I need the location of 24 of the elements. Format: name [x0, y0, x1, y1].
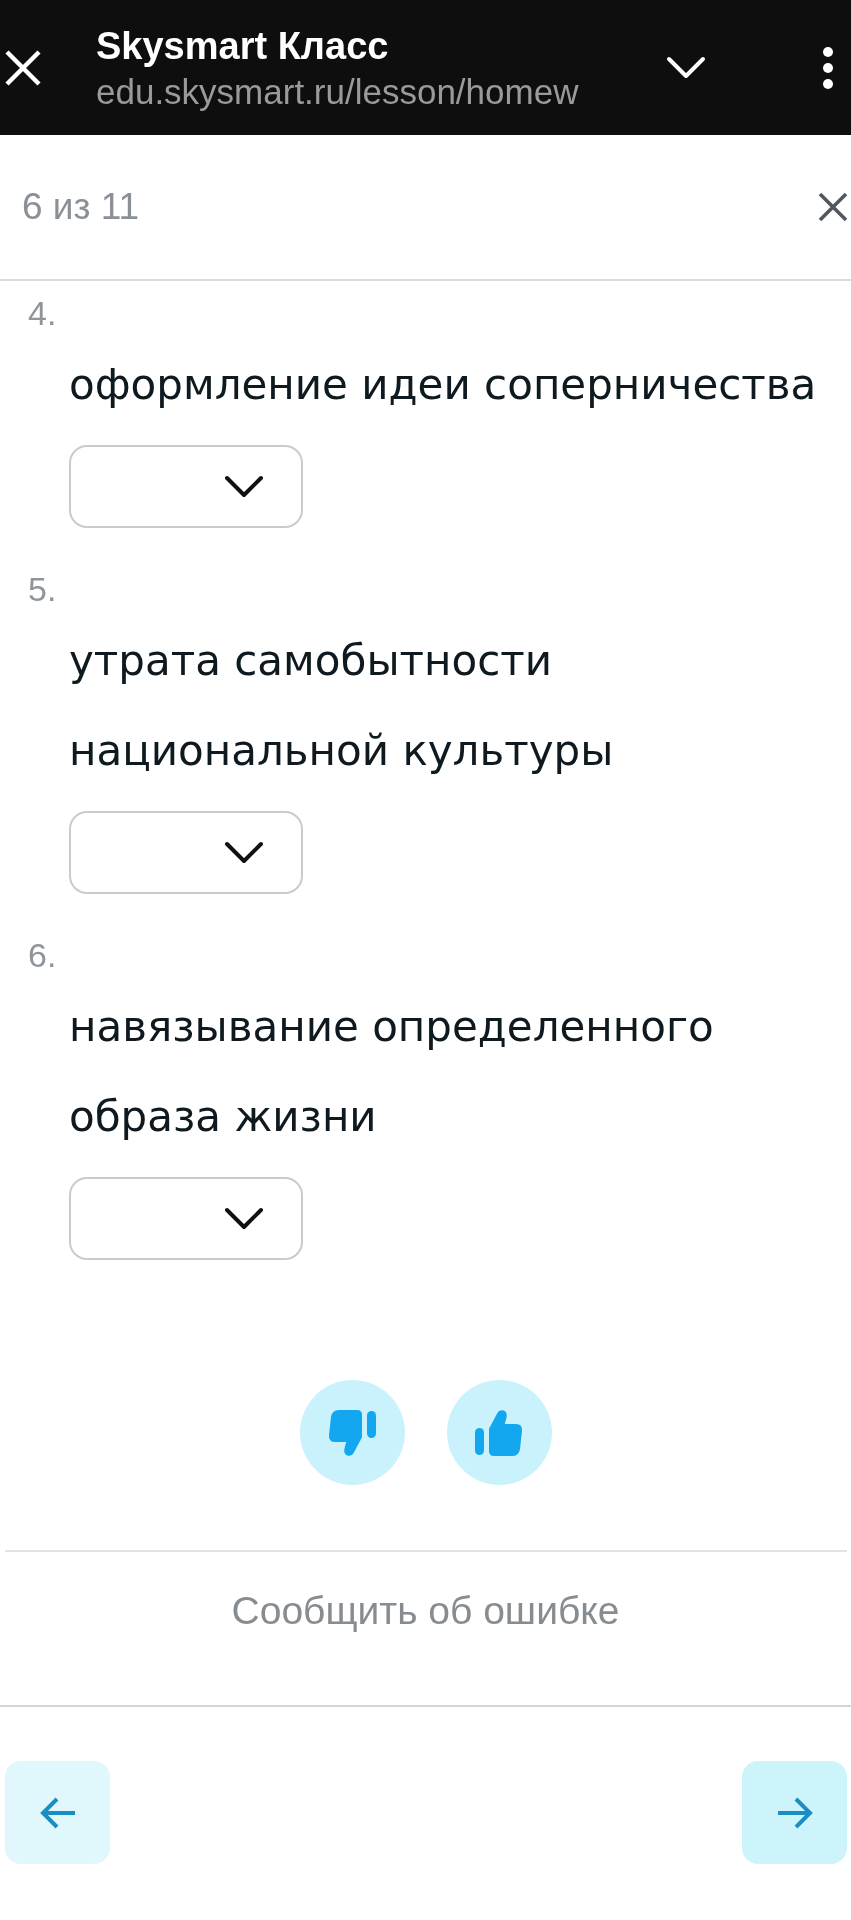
statement-text: оформление идеи соперничества	[69, 359, 817, 411]
previous-button[interactable]	[5, 1761, 110, 1864]
question-number: 4.	[28, 293, 57, 334]
next-button[interactable]	[742, 1761, 847, 1864]
url-text: edu.skysmart.ru/lesson/homew	[96, 70, 579, 113]
chevron-down-icon	[224, 475, 264, 498]
close-icon	[5, 49, 41, 86]
progress-counter: 6 из 11	[22, 185, 140, 229]
expand-button[interactable]	[666, 56, 706, 79]
thumbs-down-icon	[327, 1408, 377, 1457]
thumbs-up-icon	[474, 1408, 524, 1457]
statement-text: утрата самобытности национальной культуры	[69, 635, 615, 777]
chevron-down-icon	[666, 56, 706, 79]
arrow-right-icon	[776, 1795, 813, 1830]
chevron-down-icon	[224, 1207, 264, 1230]
arrow-left-icon	[39, 1795, 76, 1830]
close-icon	[818, 192, 848, 222]
question-number: 6.	[28, 935, 57, 976]
page-title: Skysmart Класс	[96, 23, 389, 69]
report-error-link[interactable]: Сообщить об ошибке	[231, 1588, 620, 1634]
chevron-down-icon	[224, 841, 264, 864]
statement-text: навязывание определенного образа жизни	[69, 1001, 715, 1143]
close-button[interactable]	[818, 192, 848, 222]
question-number: 5.	[28, 569, 57, 610]
